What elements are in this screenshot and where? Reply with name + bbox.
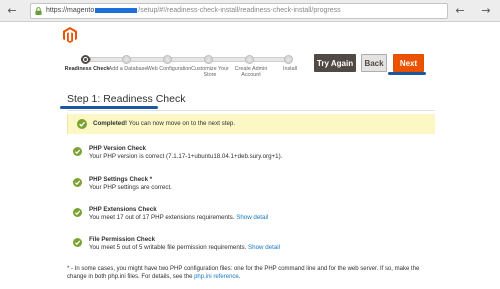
step-dot-customize-store: 4 [204,55,213,64]
magento-logo-icon [63,27,77,43]
php-ini-reference-link[interactable]: php.ini reference [194,274,239,280]
url-prefix: https://magento [46,7,95,14]
checkmark-circle-icon [73,147,82,156]
step-number: 3 [166,57,169,62]
banner-message: Completed! You can now move on to the ne… [93,120,235,128]
step-dot-web-configuration: 3 [163,55,172,64]
back-arrow-icon[interactable]: ← [6,5,18,17]
try-again-button[interactable]: Try Again [314,54,356,72]
step-label-install: Install [282,66,298,72]
completed-banner: Completed! You can now move on to the ne… [67,114,435,134]
forward-icon[interactable]: → [480,5,492,17]
back-button[interactable]: Back [361,54,387,72]
checkmark-circle-icon [77,119,87,129]
show-detail-link[interactable]: Show detail [248,244,280,251]
show-detail-link[interactable]: Show detail [236,214,268,221]
checkmark-circle-icon [73,178,82,187]
footnote-text: * - In some cases, you might have two PH… [67,266,420,280]
check-title: PHP Settings Check * [89,176,153,183]
next-button-underline [388,72,426,75]
banner-strong: Completed! [93,120,128,127]
browser-toolbar: ← https://magento/setup/#!/readiness-che… [0,0,500,22]
check-description-text: You meet 5 out of 5 writable file permis… [89,244,249,251]
banner-text: You can now move on to the next step. [127,120,236,127]
check-description: Your PHP settings are correct. [89,184,172,191]
step-dot-add-database: 2 [122,55,131,64]
step-number: 5 [248,57,251,62]
progress-rail [81,57,289,62]
page-title: Step 1: Readiness Check [67,93,186,105]
check-description: You meet 17 out of 17 PHP extensions req… [89,214,268,222]
check-title: PHP Extensions Check [89,206,157,213]
check-description-text: You meet 17 out of 17 PHP extensions req… [89,214,237,221]
check-title: File Permission Check [89,236,156,243]
check-description: Your PHP version is correct (7.1.17-1+ub… [89,153,283,160]
step-dot-readiness-check [81,55,90,64]
step-number: 6 [287,57,290,62]
checkmark-circle-icon [73,238,82,247]
page-title-underline [60,106,158,109]
back-icon[interactable]: ← [454,5,466,17]
address-bar[interactable]: https://magento/setup/#!/readiness-check… [30,3,448,19]
check-description: You meet 5 out of 5 writable file permis… [89,244,280,252]
title-divider [67,110,435,111]
url-text: https://magento/setup/#!/readiness-check… [46,6,341,16]
url-path: /setup/#!/readiness-check-install/readin… [138,7,341,14]
progress-steps: Readiness Check 2 Add a Database 3 Web C… [65,55,303,85]
url-redaction [95,7,138,13]
footnote-end: . [238,274,241,280]
step-number: 4 [207,57,210,62]
checkmark-circle-icon [73,208,82,217]
footnote: * - In some cases, you might have two PH… [67,265,439,281]
step-dot-install: 6 [284,55,293,64]
step-dot-create-admin: 5 [245,55,254,64]
lock-icon [35,7,42,15]
next-button[interactable]: Next [393,54,424,72]
check-title: PHP Version Check [89,145,146,152]
step-number: 2 [125,57,128,62]
